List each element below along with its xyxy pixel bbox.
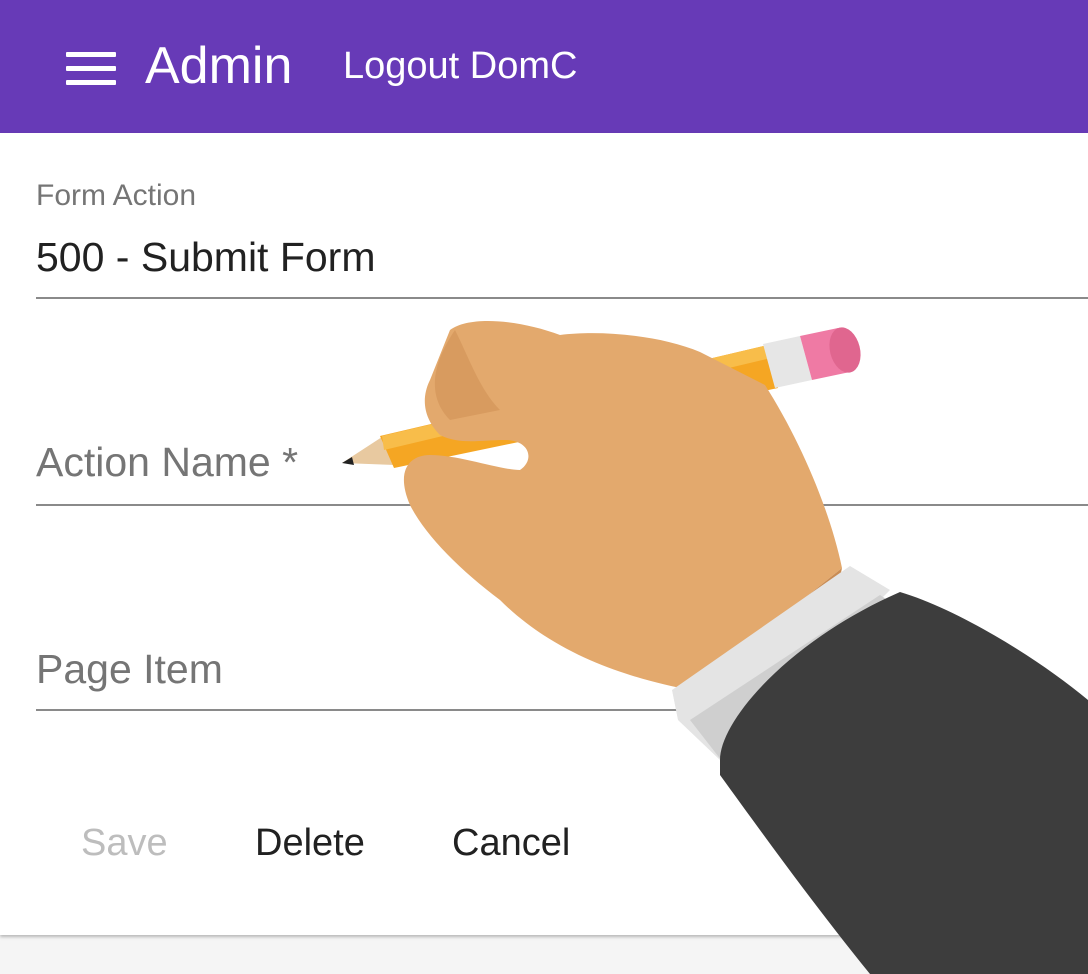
form-action-label: Form Action (36, 179, 197, 212)
page-item-placeholder[interactable]: Page Item (36, 646, 223, 693)
top-toolbar: Admin Logout DomC (0, 0, 1088, 133)
app-root: Admin Logout DomC Form Action 500 - Subm… (0, 0, 1088, 974)
app-title: Admin (145, 37, 293, 95)
save-button[interactable]: Save (81, 821, 168, 865)
delete-button[interactable]: Delete (255, 821, 365, 865)
cancel-button[interactable]: Cancel (452, 821, 570, 865)
logout-button[interactable]: Logout DomC (343, 44, 577, 88)
form-card: Form Action 500 - Submit Form Action Nam… (0, 133, 1088, 935)
form-action-underline (36, 297, 1088, 299)
action-name-underline (36, 504, 1088, 506)
page-item-underline (36, 709, 1088, 711)
form-action-value[interactable]: 500 - Submit Form (36, 234, 376, 281)
action-name-placeholder[interactable]: Action Name * (36, 439, 298, 486)
action-name-field[interactable]: Action Name * (36, 413, 1088, 513)
page-item-field[interactable]: Page Item (36, 618, 1088, 718)
form-action-field[interactable]: Form Action 500 - Submit Form (36, 133, 1088, 303)
menu-button[interactable] (58, 40, 124, 96)
